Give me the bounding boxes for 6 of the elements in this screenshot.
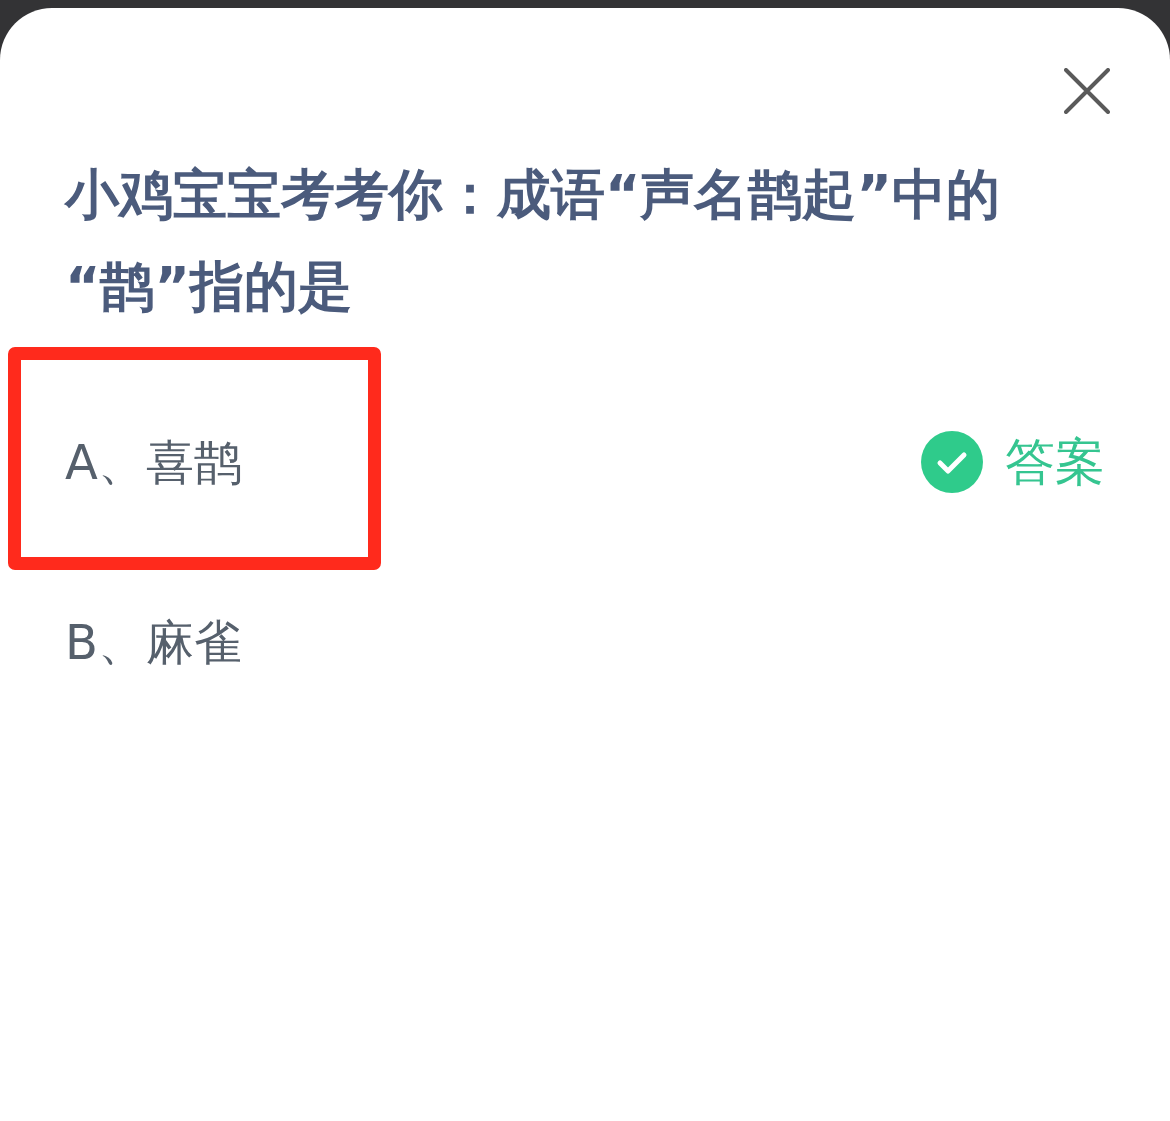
close-icon (1064, 68, 1110, 114)
answer-label: 答案 (1005, 432, 1105, 492)
close-button[interactable] (1064, 68, 1110, 114)
question-text: 小鸡宝宝考考你：成语“声名鹊起”中的“鹊”指的是 (65, 162, 1001, 320)
answer-option[interactable]: B、麻雀 (65, 612, 242, 672)
answer-option[interactable]: A、喜鹊 (65, 432, 242, 492)
